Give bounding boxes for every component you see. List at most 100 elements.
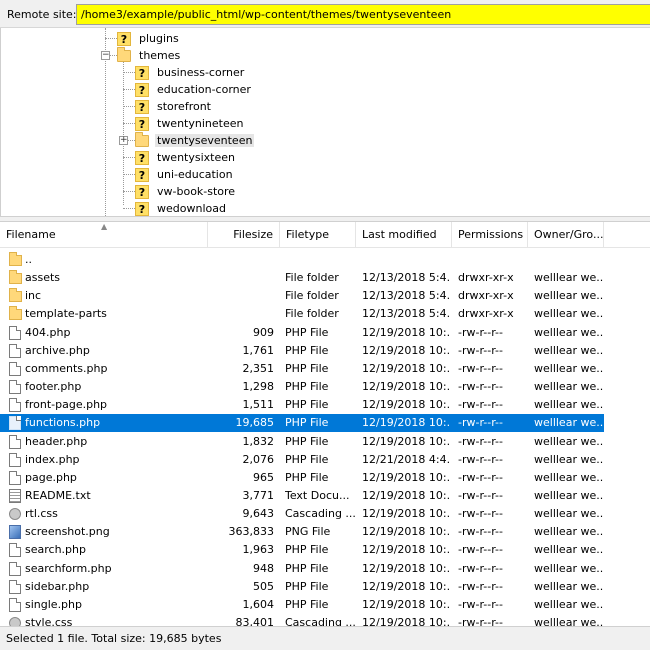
file-size-cell: 909 — [253, 325, 274, 339]
file-owner-cell: welllear we... — [534, 398, 604, 412]
tree-item-twentynineteen[interactable]: ? twentynineteen — [135, 115, 245, 132]
file-perms-cell: -rw-r--r-- — [458, 507, 503, 521]
tree-connector — [105, 38, 117, 39]
file-modified-cell: 12/19/2018 10:... — [362, 380, 450, 394]
file-name-cell: searchform.php — [25, 561, 112, 575]
file-row[interactable]: footer.php 1,298 PHP File 12/19/2018 10:...… — [0, 378, 604, 396]
file-row[interactable]: index.php 2,076 PHP File 12/21/2018 4:4... -… — [0, 451, 604, 469]
file-modified-cell: 12/19/2018 10:... — [362, 488, 450, 502]
file-row[interactable]: page.php 965 PHP File 12/19/2018 10:... -rw-… — [0, 469, 604, 487]
file-modified-cell: 12/19/2018 10:... — [362, 398, 450, 412]
expand-icon[interactable]: + — [119, 136, 128, 145]
file-perms-cell: -rw-r--r-- — [458, 343, 503, 357]
php-file-icon — [9, 343, 21, 358]
file-name-cell: header.php — [25, 434, 88, 448]
remote-site-bar: Remote site: /home3/example/public_html/… — [0, 0, 650, 28]
file-type-cell: PHP File — [285, 579, 329, 593]
file-row[interactable]: .. — [0, 251, 604, 269]
file-row[interactable]: single.php 1,604 PHP File 12/19/2018 10:...… — [0, 596, 604, 614]
tree-item-storefront[interactable]: ? storefront — [135, 98, 213, 115]
file-name-cell: screenshot.png — [25, 525, 110, 539]
file-perms-cell: -rw-r--r-- — [458, 325, 503, 339]
php-file-icon — [9, 398, 21, 413]
tree-item-label: twentyseventeen — [155, 134, 255, 147]
file-perms-cell: -rw-r--r-- — [458, 579, 503, 593]
file-size-cell: 505 — [253, 579, 274, 593]
file-row[interactable]: search.php 1,963 PHP File 12/19/2018 10:...… — [0, 541, 604, 559]
file-row[interactable]: README.txt 3,771 Text Docu... 12/19/2018 10… — [0, 487, 604, 505]
text-file-icon — [9, 488, 21, 503]
collapse-icon[interactable]: − — [101, 51, 110, 60]
remote-path-input[interactable]: /home3/example/public_html/wp-content/th… — [76, 4, 650, 25]
file-name-cell: README.txt — [25, 488, 91, 502]
file-owner-cell: welllear we... — [534, 361, 604, 375]
tree-item-twentysixteen[interactable]: ? twentysixteen — [135, 149, 237, 166]
tree-connector — [123, 174, 135, 175]
file-owner-cell: welllear we... — [534, 470, 604, 484]
file-row[interactable]: comments.php 2,351 PHP File 12/19/2018 10:.… — [0, 360, 604, 378]
column-owner-group[interactable]: Owner/Gro... — [528, 222, 604, 248]
file-name-cell: 404.php — [25, 325, 71, 339]
file-perms-cell: -rw-r--r-- — [458, 616, 503, 626]
php-file-icon — [9, 470, 21, 485]
question-icon: ? — [135, 116, 149, 131]
column-last-modified[interactable]: Last modified — [356, 222, 452, 248]
file-perms-cell: -rw-r--r-- — [458, 525, 503, 539]
file-size-cell: 1,832 — [242, 434, 275, 448]
file-type-cell: Cascading ... — [285, 507, 355, 521]
folder-icon — [9, 288, 22, 303]
file-owner-cell: welllear we... — [534, 525, 604, 539]
file-row[interactable]: inc File folder 12/13/2018 5:4... drwxr-xr-… — [0, 287, 604, 305]
remote-directory-tree[interactable]: ? plugins themes − ? business-corner? educatio… — [0, 28, 650, 216]
column-filetype[interactable]: Filetype — [280, 222, 356, 248]
question-icon: ? — [135, 150, 149, 165]
tree-connector — [123, 89, 135, 90]
tree-item-education-corner[interactable]: ? education-corner — [135, 81, 253, 98]
tree-item-plugins[interactable]: ? plugins — [117, 30, 181, 47]
file-perms-cell: drwxr-xr-x — [458, 289, 514, 303]
php-file-icon — [9, 361, 21, 376]
file-type-cell: File folder — [285, 307, 339, 321]
tree-item-vw-book-store[interactable]: ? vw-book-store — [135, 183, 237, 200]
folder-icon — [9, 306, 22, 321]
tree-item-label: education-corner — [157, 83, 251, 96]
file-row[interactable]: sidebar.php 505 PHP File 12/19/2018 10:... -… — [0, 578, 604, 596]
tree-connector — [123, 106, 135, 107]
file-row[interactable]: functions.php 19,685 PHP File 12/19/2018 10… — [0, 414, 604, 433]
file-row[interactable]: screenshot.png 363,833 PNG File 12/19/2018 … — [0, 523, 604, 541]
column-filesize[interactable]: Filesize — [208, 222, 280, 248]
file-size-cell: 1,963 — [242, 543, 275, 557]
file-modified-cell: 12/19/2018 10:... — [362, 543, 450, 557]
file-row[interactable]: front-page.php 1,511 PHP File 12/19/2018 10… — [0, 396, 604, 414]
file-size-cell: 2,351 — [242, 361, 275, 375]
tree-item-uni-education[interactable]: ? uni-education — [135, 166, 235, 183]
file-row[interactable]: archive.php 1,761 PHP File 12/19/2018 10:..… — [0, 342, 604, 360]
tree-item-themes[interactable]: themes — [117, 46, 182, 64]
image-file-icon — [9, 525, 21, 540]
question-icon: ? — [135, 167, 149, 182]
tree-item-wedownload[interactable]: ? wedownload — [135, 200, 228, 216]
file-type-cell: PHP File — [285, 434, 329, 448]
file-perms-cell — [458, 251, 528, 269]
tree-item-business-corner[interactable]: ? business-corner — [135, 64, 246, 81]
file-row[interactable]: 404.php 909 PHP File 12/19/2018 10:... -rw-r… — [0, 324, 604, 342]
file-type-cell: PHP File — [285, 561, 329, 575]
file-type-cell — [285, 251, 355, 269]
remote-file-list[interactable]: Filename Filesize Filetype Last modified… — [0, 222, 650, 626]
tree-item-twentyseventeen[interactable]: twentyseventeen — [135, 131, 255, 149]
file-row[interactable]: assets File folder 12/13/2018 5:4... drwxr-… — [0, 269, 604, 287]
question-icon: ? — [135, 82, 149, 97]
file-list-header: Filename Filesize Filetype Last modified… — [0, 222, 650, 248]
file-row[interactable]: searchform.php 948 PHP File 12/19/2018 10:.… — [0, 560, 604, 578]
column-permissions[interactable]: Permissions — [452, 222, 528, 248]
file-name-cell: inc — [25, 289, 42, 303]
file-row[interactable]: template-parts File folder 12/13/2018 5:4.… — [0, 305, 604, 323]
tree-item-label: twentynineteen — [157, 117, 244, 130]
php-file-icon — [9, 561, 21, 576]
file-row[interactable]: style.css 83,401 Cascading ... 12/19/2018 1… — [0, 614, 604, 626]
file-modified-cell: 12/19/2018 10:... — [362, 616, 450, 626]
file-name-cell: .. — [25, 253, 32, 266]
file-row[interactable]: rtl.css 9,643 Cascading ... 12/19/2018 10:.… — [0, 505, 604, 523]
file-modified-cell: 12/13/2018 5:4... — [362, 271, 450, 285]
file-row[interactable]: header.php 1,832 PHP File 12/19/2018 10:...… — [0, 433, 604, 451]
